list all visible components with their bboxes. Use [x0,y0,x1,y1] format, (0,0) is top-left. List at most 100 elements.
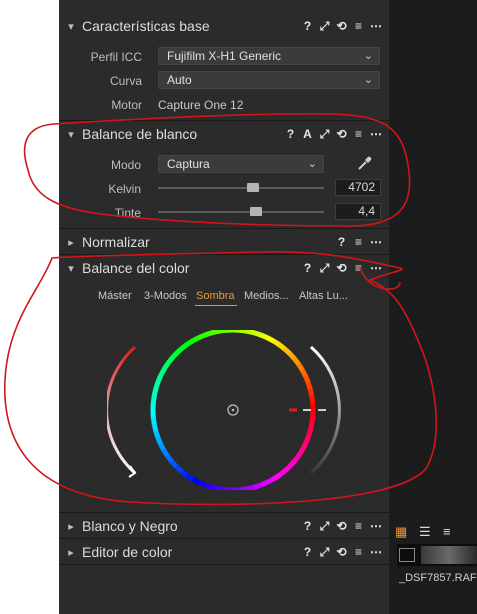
tool-panel: ▾ Características base ? ⤢ ⟲ ≡ ⋯ Perfil … [59,0,389,614]
hue-ring-segment [245,330,255,336]
section-header-normalizar[interactable]: ▸ Normalizar ? ≡ ⋯ [59,230,389,254]
section-header-balance-de-blanco[interactable]: ▾ Balance de blanco ? A ⤢ ⟲ ≡ ⋯ [59,122,389,146]
curve-dropdown[interactable]: Auto ⌄ [158,71,380,89]
hue-ring-segment [265,476,276,485]
hue-ring-segment [282,346,292,356]
hue-ring-segment [259,479,269,488]
tab-altas-luces[interactable]: Altas Lu... [299,290,348,302]
tab-master[interactable]: Máster [98,290,132,302]
menu-icon[interactable]: ≡ [353,236,364,248]
more-icon[interactable]: ⋯ [370,20,382,32]
icc-profile-value: Fujifilm X-H1 Generic [167,49,282,63]
tab-sombra[interactable]: Sombra [196,290,235,302]
image-thumbnail[interactable] [397,544,477,566]
help-icon[interactable]: ? [285,128,296,140]
help-icon[interactable]: ? [302,262,313,274]
list-view-icon[interactable]: ☰ [419,524,431,540]
hue-ring-segment [307,422,315,432]
eyedropper-icon[interactable] [356,154,374,172]
hue-ring-segment [211,484,221,490]
browser-sidebar: ▦ ☰ ≡ _DSF7857.RAF [389,0,477,614]
menu-icon[interactable]: ≡ [353,546,364,558]
auto-icon[interactable]: A [302,128,313,140]
hue-ring-segment [161,448,171,459]
chevron-right-icon[interactable]: ▸ [65,546,77,559]
reset-icon[interactable]: ⟲ [336,520,347,532]
saturation-arc[interactable] [107,345,136,475]
chevron-right-icon[interactable]: ▸ [65,236,77,249]
section-header-caracteristicas-base[interactable]: ▾ Características base ? ⤢ ⟲ ≡ ⋯ [59,14,389,38]
help-icon[interactable]: ? [336,236,347,248]
more-icon[interactable]: ⋯ [370,236,382,248]
hue-ring-segment [190,335,201,344]
hue-ring-segment [217,330,227,334]
help-icon[interactable]: ? [302,20,313,32]
more-icon[interactable]: ⋯ [370,262,382,274]
kelvin-slider-thumb[interactable] [247,183,260,192]
section-header-editor-de-color[interactable]: ▸ Editor de color ? ⤢ ⟲ ≡ ⋯ [59,540,389,564]
divider [59,538,389,539]
chevron-down-icon[interactable]: ▾ [65,262,77,275]
active-tab-underline [195,305,237,306]
menu-icon[interactable]: ≡ [353,520,364,532]
hue-ring-segment [164,356,174,367]
hue-ring-segment [204,482,214,490]
expand-icon[interactable]: ⤢ [319,20,330,32]
section-title: Blanco y Negro [82,518,178,534]
expand-icon[interactable]: ⤢ [319,128,330,140]
expand-icon[interactable]: ⤢ [319,520,330,532]
divider [59,120,389,121]
section-title: Balance de blanco [82,126,198,142]
tint-slider-thumb[interactable] [250,207,263,216]
hue-ring-segment [185,473,196,482]
expand-icon[interactable]: ⤢ [319,546,330,558]
menu-icon[interactable]: ≡ [353,262,364,274]
section-header-balance-del-color[interactable]: ▾ Balance del color ? ⤢ ⟲ ≡ ⋯ [59,256,389,280]
chevron-down-icon: ⌄ [363,74,373,86]
help-icon[interactable]: ? [302,546,313,558]
reset-icon[interactable]: ⟲ [336,262,347,274]
kelvin-slider-track[interactable] [158,187,324,189]
divider [59,228,389,229]
filmstrip-view-icon[interactable]: ≡ [443,524,451,539]
more-icon[interactable]: ⋯ [370,128,382,140]
section-title: Balance del color [82,260,190,276]
grid-view-icon[interactable]: ▦ [395,524,407,540]
help-icon[interactable]: ? [302,520,313,532]
hue-ring-segment [238,330,248,334]
chevron-right-icon[interactable]: ▸ [65,520,77,533]
section-header-blanco-y-negro[interactable]: ▸ Blanco y Negro ? ⤢ ⟲ ≡ ⋯ [59,514,389,538]
wb-mode-value: Captura [167,157,210,171]
hue-ring-segment [184,338,195,348]
reset-icon[interactable]: ⟲ [336,128,347,140]
more-icon[interactable]: ⋯ [370,546,382,558]
icc-profile-dropdown[interactable]: Fujifilm X-H1 Generic ⌄ [158,47,380,65]
chevron-down-icon[interactable]: ▾ [65,128,77,141]
menu-icon[interactable]: ≡ [353,128,364,140]
section-title: Normalizar [82,234,150,250]
hue-ring-segment [246,484,256,490]
hue-ring-segment [173,346,184,356]
hue-ring-segment [299,367,308,378]
menu-icon[interactable]: ≡ [353,20,364,32]
tint-value-field[interactable]: 4,4 [335,203,381,220]
tab-medios[interactable]: Medios... [244,290,289,302]
wb-mode-dropdown[interactable]: Captura ⌄ [158,155,324,173]
mode-label: Modo [110,158,141,172]
more-icon[interactable]: ⋯ [370,520,382,532]
chevron-down-icon[interactable]: ▾ [65,20,77,33]
hue-ring-segment [174,464,184,474]
section-tools: ? ⤢ ⟲ ≡ ⋯ [302,546,382,558]
expand-icon[interactable]: ⤢ [319,262,330,274]
hue-ring-segment [179,469,190,479]
thumbnail-checkbox[interactable] [399,548,415,562]
hue-ring-segment [305,429,313,439]
tint-slider-track[interactable] [158,211,324,213]
kelvin-value-field[interactable]: 4702 [335,179,381,196]
hue-ring-segment [203,330,213,338]
reset-icon[interactable]: ⟲ [336,20,347,32]
hue-ring-segment [153,430,161,440]
reset-icon[interactable]: ⟲ [336,546,347,558]
tab-3-modos[interactable]: 3-Modos [144,290,187,302]
engine-value: Capture One 12 [158,98,244,112]
